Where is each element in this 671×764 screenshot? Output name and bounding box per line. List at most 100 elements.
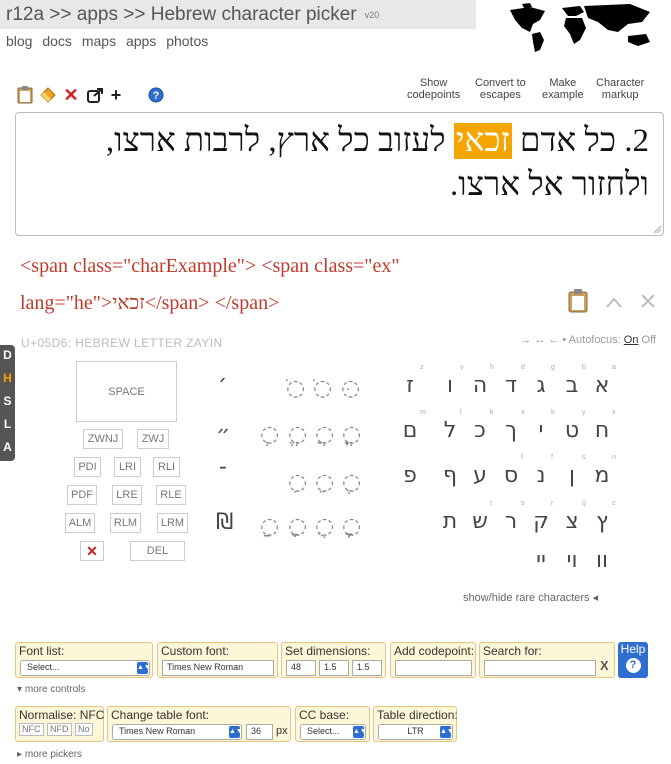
- letter-key[interactable]: ג: [526, 369, 556, 401]
- space-key[interactable]: SPACE: [76, 361, 177, 422]
- world-map-logo[interactable]: [500, 2, 660, 54]
- normalise-no-button[interactable]: No: [75, 723, 93, 736]
- rle-key[interactable]: RLE: [156, 485, 186, 505]
- nav-link-maps[interactable]: maps: [82, 33, 116, 49]
- zwj-key[interactable]: ZWJ: [137, 429, 169, 449]
- help-icon[interactable]: ?: [147, 86, 165, 104]
- letter-key[interactable]: ז: [395, 369, 425, 401]
- point-tsere-key[interactable]: ◌ֵ: [315, 470, 334, 495]
- point-patah-key[interactable]: ◌ַ: [260, 514, 279, 539]
- font-list-select[interactable]: Select... ▲▼: [20, 660, 151, 676]
- letter-key[interactable]: ע: [465, 459, 495, 491]
- autofocus-off[interactable]: Off: [642, 334, 656, 346]
- letter-key[interactable]: פ: [395, 459, 425, 491]
- letter-key[interactable]: ל: [435, 414, 465, 446]
- point-hataf-patah-key[interactable]: ◌ֲ: [315, 422, 334, 447]
- point-qubuts-key[interactable]: ◌ֻ: [315, 514, 334, 539]
- point-hiriq-key[interactable]: ◌ִ: [288, 470, 307, 495]
- maqaf-key[interactable]: ־: [219, 460, 227, 485]
- search-input[interactable]: [484, 660, 596, 676]
- convert-to-escapes-button[interactable]: Convert to escapes: [475, 77, 526, 101]
- letter-key[interactable]: יי: [526, 544, 556, 576]
- letter-key[interactable]: מ: [587, 459, 617, 491]
- table-font-select[interactable]: Times New Roman ▲▼: [112, 724, 243, 740]
- text-editor[interactable]: 2. כל אדם זכאי לעזוב כל ארץ, לרבות ארצו,…: [15, 112, 664, 236]
- delete-icon[interactable]: ✕: [80, 541, 104, 561]
- resize-handle-icon[interactable]: [652, 224, 662, 234]
- nav-link-docs[interactable]: docs: [42, 33, 72, 49]
- point-qamats-qatan-key[interactable]: ◌ׇ: [342, 514, 361, 539]
- letter-key[interactable]: ס: [496, 459, 526, 491]
- more-controls-link[interactable]: ▾ more controls: [17, 684, 85, 695]
- letter-key[interactable]: ש: [465, 505, 495, 537]
- normalise-nfc-button[interactable]: NFC: [19, 723, 44, 736]
- eraser-icon[interactable]: [39, 86, 57, 104]
- letter-key[interactable]: ק: [526, 505, 556, 537]
- nav-link-blog[interactable]: blog: [6, 33, 32, 49]
- letter-key[interactable]: י: [526, 414, 556, 446]
- clear-icon[interactable]: ✕: [62, 85, 80, 105]
- lri-key[interactable]: LRI: [114, 457, 141, 477]
- letter-key[interactable]: א: [587, 369, 617, 401]
- tab-a[interactable]: A: [0, 440, 15, 454]
- alm-key[interactable]: ALM: [65, 513, 95, 533]
- copy-markup-icon[interactable]: [567, 289, 589, 319]
- point-holam-key[interactable]: ◌ֹ: [286, 376, 305, 401]
- rli-key[interactable]: RLI: [153, 457, 180, 477]
- point-qamats-key[interactable]: ◌ָ: [288, 514, 307, 539]
- lrm-key[interactable]: LRM: [157, 513, 188, 533]
- normalise-nfd-button[interactable]: NFD: [47, 723, 72, 736]
- tab-d[interactable]: D: [0, 348, 15, 362]
- cc-base-select[interactable]: Select... ▲▼: [300, 724, 367, 740]
- line-height-input[interactable]: 1.5: [319, 660, 349, 676]
- letter-key[interactable]: נ: [526, 459, 556, 491]
- collapse-icon[interactable]: [605, 289, 623, 315]
- letter-key[interactable]: ן: [557, 459, 587, 491]
- rlm-key[interactable]: RLM: [110, 513, 141, 533]
- shekel-key[interactable]: ₪: [216, 510, 233, 535]
- letter-key[interactable]: ם: [395, 414, 425, 446]
- letter-key[interactable]: ת: [435, 505, 465, 537]
- letter-key[interactable]: כ: [465, 414, 495, 446]
- help-button[interactable]: Help?: [618, 642, 648, 678]
- spacing-input[interactable]: 1.5: [352, 660, 382, 676]
- clipboard-icon[interactable]: [16, 86, 34, 104]
- share-icon[interactable]: [86, 86, 104, 104]
- letter-key[interactable]: צ: [557, 505, 587, 537]
- character-markup-button[interactable]: Character markup: [596, 77, 644, 101]
- pdf-key[interactable]: PDF: [67, 485, 97, 505]
- gershayim-key[interactable]: ״: [216, 422, 230, 447]
- geresh-key[interactable]: ׳: [218, 371, 227, 396]
- nav-link-apps[interactable]: apps: [126, 33, 156, 49]
- lre-key[interactable]: LRE: [112, 485, 142, 505]
- show-hide-rare-link[interactable]: show/hide rare characters ◂: [463, 591, 598, 604]
- letter-key[interactable]: וו: [587, 544, 617, 576]
- font-size-input[interactable]: 48: [286, 660, 316, 676]
- letter-key[interactable]: ף: [435, 459, 465, 491]
- letter-key[interactable]: וי: [557, 544, 587, 576]
- letter-key[interactable]: ד: [496, 369, 526, 401]
- del-key[interactable]: DEL: [130, 541, 185, 561]
- tab-l[interactable]: L: [0, 417, 15, 431]
- custom-font-input[interactable]: Times New Roman: [162, 660, 274, 676]
- make-example-button[interactable]: Make example: [542, 77, 584, 101]
- table-font-size-input[interactable]: 36: [246, 724, 273, 740]
- letter-key[interactable]: ט: [557, 414, 587, 446]
- point-holam-haser-key[interactable]: ◌ֺ: [313, 376, 332, 401]
- nav-link-photos[interactable]: photos: [166, 33, 208, 49]
- add-codepoint-input[interactable]: [395, 660, 472, 676]
- point-hataf-qamats-key[interactable]: ◌ֳ: [342, 422, 361, 447]
- point-segol-key[interactable]: ◌ֶ: [342, 470, 361, 495]
- autofocus-on[interactable]: On: [624, 334, 639, 346]
- close-markup-icon[interactable]: [640, 289, 656, 315]
- plus-icon[interactable]: +: [107, 85, 125, 105]
- letter-key[interactable]: ב: [557, 369, 587, 401]
- letter-key[interactable]: ה: [465, 369, 495, 401]
- more-pickers-link[interactable]: ▸ more pickers: [17, 749, 82, 760]
- search-clear-button[interactable]: X: [600, 658, 609, 673]
- letter-key[interactable]: ר: [496, 505, 526, 537]
- tab-h[interactable]: H: [0, 371, 15, 385]
- letter-key[interactable]: ץ: [587, 505, 617, 537]
- point-dagesh-key[interactable]: ◌ּ: [341, 376, 360, 401]
- point-hataf-segol-key[interactable]: ◌ֱ: [288, 422, 307, 447]
